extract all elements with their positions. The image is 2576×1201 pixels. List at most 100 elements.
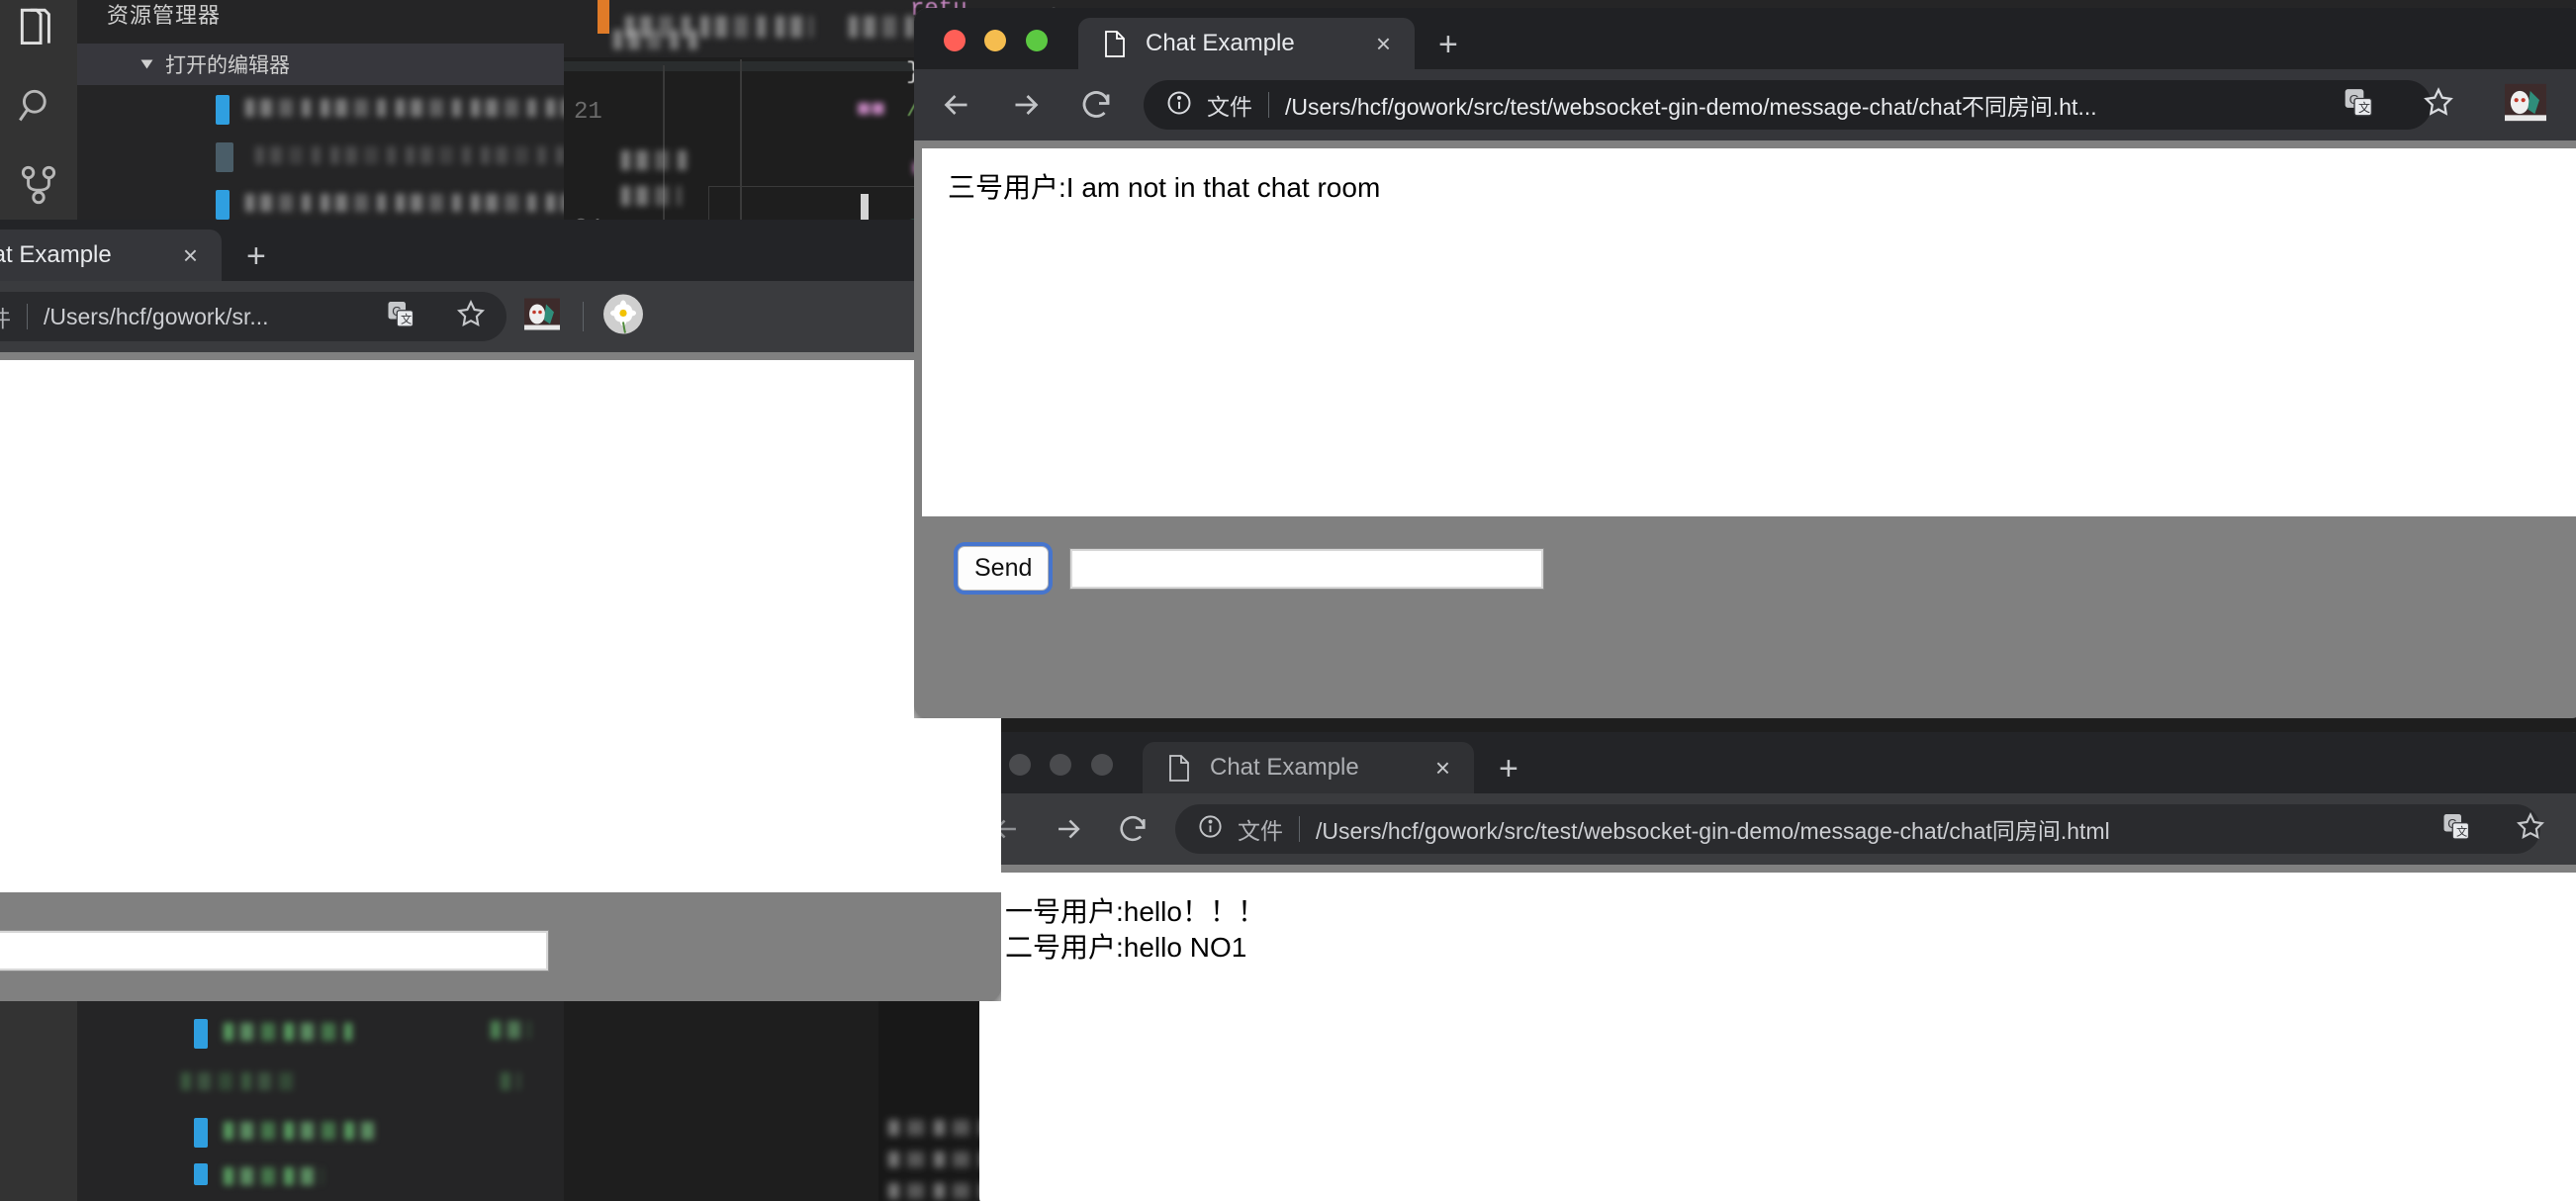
- line-number: 21: [574, 99, 602, 126]
- chat-form: Send: [958, 546, 1543, 591]
- google-translate-icon[interactable]: G 文: [2441, 812, 2471, 847]
- tab-bar: Chat Example × +: [0, 220, 1001, 281]
- svg-text:文: 文: [2456, 824, 2467, 838]
- forward-button[interactable]: [1052, 812, 1085, 846]
- screen: 资源管理器 打开的编辑器: [0, 0, 2576, 1201]
- list-item-label: [224, 1023, 352, 1041]
- file-badge-icon: [194, 1163, 208, 1185]
- chevron-down-icon: [141, 60, 153, 69]
- message-input[interactable]: [1070, 549, 1543, 589]
- address-bar[interactable]: 文件 /Users/hcf/gowork/sr...: [0, 292, 506, 341]
- divider: [27, 304, 28, 329]
- back-button[interactable]: [939, 87, 974, 123]
- list-item[interactable]: [77, 91, 564, 127]
- tab-chat-example[interactable]: Chat Example ×: [1078, 18, 1415, 69]
- tab-title: Chat Example: [0, 241, 112, 269]
- chat-message: 二号用户:hello NO1: [1005, 930, 2560, 966]
- minimize-window-button[interactable]: [984, 30, 1006, 51]
- browser-window-back[interactable]: Chat Example × +: [979, 732, 2576, 1201]
- close-tab-button[interactable]: ×: [183, 242, 198, 268]
- file-badge-icon: [216, 142, 233, 172]
- toolbar: 文件 /Users/hcf/gowork/src/test/websocket-…: [914, 69, 2576, 140]
- send-button[interactable]: Send: [958, 546, 1049, 591]
- close-window-button[interactable]: [1009, 754, 1031, 776]
- info-circle-icon[interactable]: [1197, 813, 1224, 845]
- close-tab-button[interactable]: ×: [1435, 755, 1450, 781]
- browser-window-front[interactable]: Chat Example × +: [914, 8, 2576, 718]
- tab-chat-example[interactable]: Chat Example ×: [0, 230, 222, 281]
- maximize-window-button[interactable]: [1026, 30, 1048, 51]
- minimize-window-button[interactable]: [1050, 754, 1071, 776]
- chat-message: 一号用户:hello！！！: [1005, 894, 2560, 930]
- list-item[interactable]: [77, 1161, 564, 1197]
- list-item-label: [181, 1072, 300, 1090]
- toolbar: 文件 /Users/hcf/gowork/src/test/websocket-…: [979, 793, 2576, 865]
- star-icon[interactable]: [2515, 811, 2546, 848]
- tab-title: Chat Example: [1146, 30, 1295, 57]
- blurred-token: [621, 186, 681, 206]
- new-tab-button[interactable]: +: [246, 239, 266, 273]
- google-translate-icon[interactable]: G 文: [2343, 87, 2374, 124]
- close-window-button[interactable]: [944, 30, 966, 51]
- maximize-window-button[interactable]: [1091, 754, 1113, 776]
- file-badge-icon: [216, 95, 230, 125]
- open-editors-section[interactable]: 打开的编辑器: [77, 44, 564, 85]
- reload-button[interactable]: [1116, 812, 1150, 846]
- url-text: /Users/hcf/gowork/sr...: [44, 304, 269, 330]
- forward-button[interactable]: [1008, 87, 1044, 123]
- tab-bar: Chat Example × +: [914, 8, 2576, 69]
- open-editors-label: 打开的编辑器: [165, 49, 290, 79]
- svg-text:文: 文: [401, 312, 412, 325]
- message-input[interactable]: [0, 931, 548, 970]
- list-item[interactable]: [77, 1066, 564, 1102]
- avatar[interactable]: [603, 295, 643, 339]
- tab-chat-example[interactable]: Chat Example ×: [1143, 742, 1474, 793]
- svg-text:文: 文: [2358, 100, 2370, 115]
- new-tab-button[interactable]: +: [1499, 752, 1518, 785]
- new-tab-button[interactable]: +: [1438, 28, 1458, 61]
- url-scheme-label: 文件: [0, 300, 11, 333]
- chat-form: nd: [0, 928, 548, 972]
- tab-title: Chat Example: [1210, 754, 1359, 782]
- list-item-meta: [491, 1021, 530, 1039]
- close-tab-button[interactable]: ×: [1376, 31, 1391, 56]
- divider: [1268, 92, 1269, 118]
- url-scheme-label: 文件: [1207, 88, 1252, 122]
- url-text: /Users/hcf/gowork/src/test/websocket-gin…: [1316, 812, 2110, 846]
- address-bar[interactable]: 文件 /Users/hcf/gowork/src/test/websocket-…: [1144, 80, 2432, 130]
- star-icon[interactable]: [455, 299, 487, 335]
- url-text: /Users/hcf/gowork/src/test/websocket-gin…: [1285, 88, 2097, 122]
- file-badge-icon: [216, 190, 230, 220]
- list-item-label: [245, 99, 582, 117]
- page-content: 一号用户:hello！！！ 二号用户:hello NO1: [979, 865, 2576, 1201]
- page-content: 三号用户:I am not in that chat room Send: [914, 140, 2576, 718]
- list-item[interactable]: [77, 186, 564, 222]
- url-scheme-label: 文件: [1238, 812, 1283, 846]
- toolbar: 文件 /Users/hcf/gowork/sr... G 文: [0, 281, 1001, 352]
- chat-message: 号用户:hello NO1: [0, 417, 1001, 453]
- list-item[interactable]: [77, 139, 564, 174]
- code-token: ■■: [857, 97, 885, 124]
- chat-message-log: 一号用户:hello！！！ 二号用户:hello NO1: [979, 873, 2576, 1201]
- explorer-title: 资源管理器: [107, 0, 221, 30]
- list-item-label: [255, 146, 582, 164]
- file-badge-icon: [194, 1118, 208, 1148]
- info-circle-icon[interactable]: [1165, 89, 1193, 122]
- divider: [1299, 816, 1300, 842]
- page-content: 号用户:hello！！！ 号用户:hello NO1 nd: [0, 352, 1001, 1001]
- chat-message: 号用户:hello！！！: [0, 382, 1001, 417]
- extension-avatar-icon[interactable]: [524, 299, 560, 335]
- avatar[interactable]: [2505, 84, 2546, 127]
- address-bar[interactable]: 文件 /Users/hcf/gowork/src/test/websocket-…: [1175, 804, 2540, 854]
- search-icon[interactable]: [14, 83, 63, 133]
- list-item-label: [245, 194, 601, 212]
- source-control-icon[interactable]: [14, 160, 63, 210]
- explorer-icon[interactable]: [14, 4, 63, 53]
- google-translate-icon[interactable]: G 文: [386, 300, 415, 334]
- browser-window-middle[interactable]: Chat Example × +: [0, 220, 1001, 1001]
- list-item[interactable]: [77, 1116, 564, 1152]
- tab-bar: Chat Example × +: [979, 732, 2576, 793]
- list-item[interactable]: [77, 1017, 564, 1053]
- star-icon[interactable]: [2422, 86, 2455, 125]
- reload-button[interactable]: [1078, 87, 1114, 123]
